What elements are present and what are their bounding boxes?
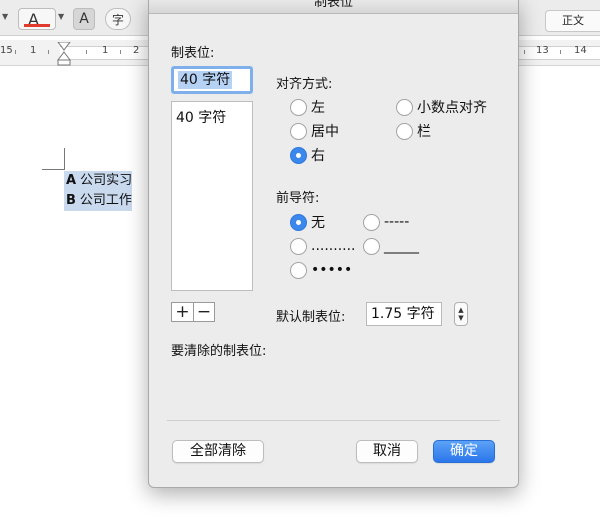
alignment-center-radio[interactable]: 居中 [290, 121, 339, 141]
clear-all-button[interactable]: 全部清除 [172, 440, 264, 463]
ruler-number: 15 [0, 45, 13, 56]
chevron-down-icon[interactable]: ▼ [2, 12, 8, 21]
radio-label: 栏 [417, 124, 431, 140]
leader-bullets-radio[interactable]: ••••• [290, 260, 352, 280]
radio-label: ••••• [311, 262, 353, 278]
chevron-up-icon[interactable]: ▲ [458, 306, 463, 314]
line-text: 公司工作 [79, 193, 132, 208]
tabs-to-clear-label: 要清除的制表位: [171, 344, 267, 359]
ruler-number: 14 [574, 45, 587, 56]
alignment-right-radio[interactable]: 右 [290, 145, 325, 165]
radio-selected-icon [290, 213, 307, 231]
radio-icon [290, 237, 307, 255]
radio-label: _____ [384, 238, 419, 254]
radio-label: ----- [384, 214, 410, 230]
radio-icon [363, 213, 380, 231]
cancel-button[interactable]: 取消 [356, 440, 418, 463]
crop-mark [42, 169, 64, 170]
chevron-down-icon[interactable]: ▼ [58, 12, 64, 21]
ruler-tick [86, 50, 87, 54]
phonetic-guide-icon: 字 [111, 12, 124, 27]
radio-label: 居中 [311, 124, 339, 140]
tabs-dialog: 制表位 制表位: 40 字符 40 字符 + − 对齐方式: 左 居中 右 小数… [148, 0, 519, 488]
radio-icon [363, 237, 380, 255]
indent-marker-icon[interactable] [57, 42, 71, 66]
alignment-label: 对齐方式: [276, 77, 333, 92]
style-normal-button[interactable]: 正文 [545, 10, 600, 32]
alignment-decimal-radio[interactable]: 小数点对齐 [396, 97, 487, 117]
leader-dash-radio[interactable]: ----- [363, 212, 409, 232]
radio-label: .......... [311, 238, 356, 254]
divider [167, 420, 500, 421]
font-color-button[interactable]: A [18, 8, 56, 30]
ok-button[interactable]: 确定 [433, 440, 495, 463]
alignment-left-radio[interactable]: 左 [290, 97, 325, 117]
ruler-number: 2 [133, 45, 140, 56]
tab-stop-input-value: 40 字符 [178, 71, 233, 89]
radio-label: 右 [311, 148, 325, 164]
leader-none-radio[interactable]: 无 [290, 212, 325, 232]
document-line[interactable]: B 公司工作 [64, 191, 132, 211]
remove-tab-button[interactable]: − [192, 303, 214, 321]
radio-icon [290, 98, 307, 116]
radio-icon [396, 122, 413, 140]
radio-icon [290, 122, 307, 140]
ruler-tick [560, 50, 561, 54]
default-tab-input[interactable]: 1.75 字符 [366, 302, 442, 326]
crop-mark [64, 148, 65, 170]
ruler-number: 1 [102, 45, 109, 56]
character-shading-icon: A [79, 11, 89, 27]
line-text: 公司实习 [80, 173, 133, 188]
alignment-bar-radio[interactable]: 栏 [396, 121, 431, 141]
font-color-bar [24, 24, 50, 27]
default-tab-stepper[interactable]: ▲ ▼ [454, 302, 468, 326]
leader-underline-radio[interactable]: _____ [363, 236, 419, 256]
radio-icon [396, 98, 413, 116]
chevron-down-icon[interactable]: ▼ [458, 314, 463, 322]
leader-dots-radio[interactable]: .......... [290, 236, 356, 256]
dialog-title: 制表位 [149, 0, 518, 14]
radio-label: 无 [311, 215, 325, 231]
line-prefix: A [66, 173, 77, 188]
radio-label: 小数点对齐 [417, 100, 487, 116]
phonetic-guide-button[interactable]: 字 [105, 8, 131, 30]
document-line[interactable]: A 公司实习 [64, 171, 133, 191]
list-item[interactable]: 40 字符 [172, 102, 252, 132]
add-tab-button[interactable]: + [172, 303, 193, 321]
ruler-tick [120, 50, 121, 54]
ruler-tick [48, 50, 49, 54]
add-remove-control: + − [171, 302, 215, 322]
ruler-number: 1 [30, 45, 37, 56]
radio-label: 左 [311, 100, 325, 116]
line-prefix: B [66, 193, 76, 208]
ruler-tick [524, 50, 525, 54]
default-tab-label: 默认制表位: [276, 310, 346, 325]
radio-icon [290, 261, 307, 279]
character-shading-button[interactable]: A [73, 8, 95, 30]
tab-stop-label: 制表位: [171, 46, 215, 61]
ruler-tick [15, 50, 16, 54]
radio-selected-icon [290, 146, 307, 164]
ruler-number: 13 [536, 45, 549, 56]
tab-stop-list[interactable]: 40 字符 [171, 101, 253, 291]
leader-label: 前导符: [276, 191, 320, 206]
tab-stop-input[interactable]: 40 字符 [171, 66, 253, 94]
